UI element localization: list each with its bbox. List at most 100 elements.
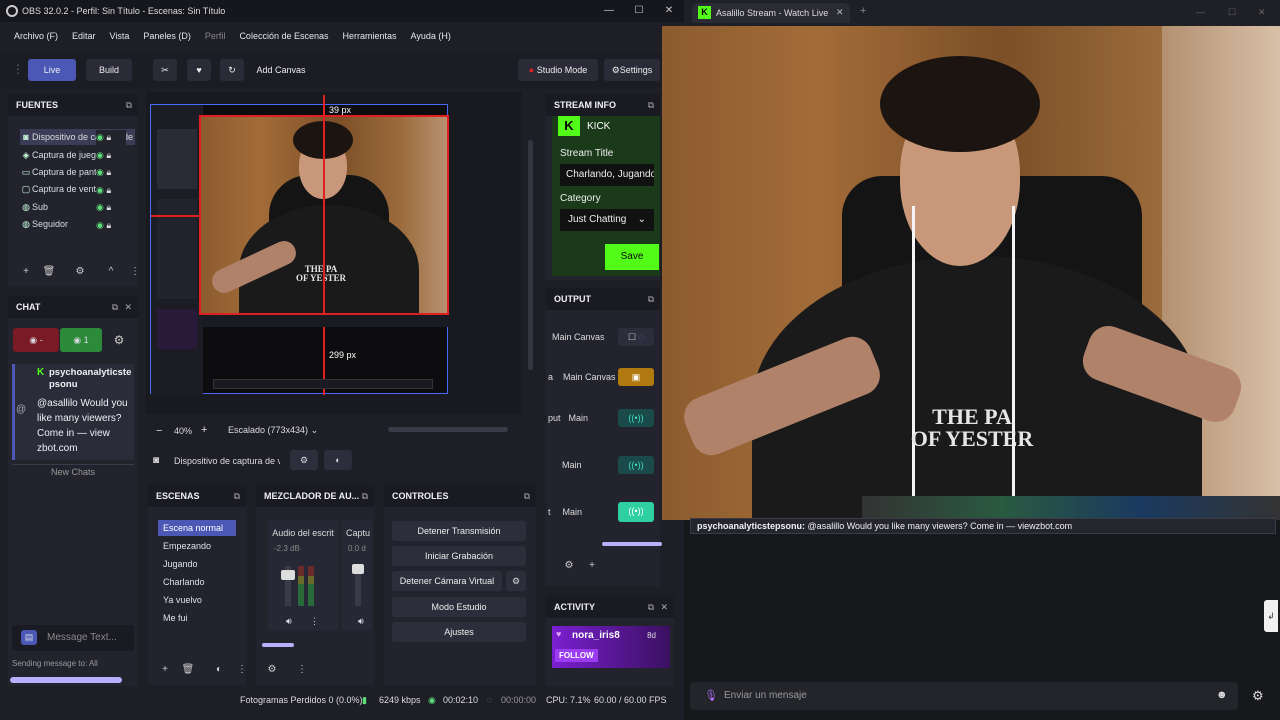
eye-icon[interactable]: ◉ <box>96 220 104 230</box>
lock-icon[interactable]: 🔒︎ <box>106 185 111 195</box>
menu-vista[interactable]: Vista <box>103 31 137 41</box>
stream-output-toggle[interactable]: ((•)) <box>618 502 654 522</box>
menu-perfil[interactable]: Perfil <box>198 31 233 41</box>
close-button[interactable]: ✕ <box>1258 7 1266 18</box>
menu-herramientas[interactable]: Herramientas <box>336 31 404 41</box>
canvas-preview[interactable]: THE PA OF YESTER 39 px 299 px <box>150 95 449 395</box>
maximize-button[interactable]: ☐ <box>624 0 654 22</box>
volume-slider-handle[interactable] <box>281 570 295 580</box>
stop-stream-button[interactable]: Detener Transmisión <box>392 521 526 541</box>
close-button[interactable]: ✕ <box>654 0 684 22</box>
dock-icon[interactable]: ⧉ <box>362 485 368 507</box>
eye-icon[interactable]: ◉ <box>96 202 104 212</box>
browser-tab[interactable]: K Asalillo Stream - Watch Live on K ✕ <box>692 3 850 23</box>
close-tab-icon[interactable]: ✕ <box>836 7 844 18</box>
gear-icon[interactable]: ⚙ <box>109 331 129 349</box>
stream-title-input[interactable]: Charlando, Jugando <box>560 164 654 186</box>
settings-control-button[interactable]: Ajustes <box>392 622 526 642</box>
maximize-button[interactable]: ☐ <box>1228 7 1236 18</box>
stream-video[interactable]: THE PA OF YESTER <box>662 26 1280 520</box>
close-icon[interactable]: ✕ <box>124 296 132 318</box>
eye-icon[interactable]: ◉ <box>96 185 104 195</box>
menu-editar[interactable]: Editar <box>65 31 103 41</box>
scene-item[interactable]: Ya vuelvo <box>158 592 236 608</box>
scale-dropdown[interactable]: Escalado (773x434) ⌄ <box>222 421 322 439</box>
virtual-cam-output-toggle[interactable]: ▣ <box>618 368 654 386</box>
dock-icon[interactable]: ⧉ <box>648 288 654 310</box>
minimize-button[interactable]: — <box>1196 7 1205 17</box>
save-button[interactable]: Save <box>605 244 659 270</box>
heart-icon[interactable]: ♥ <box>187 59 211 81</box>
stream-output-toggle[interactable]: ((•)) <box>618 456 654 474</box>
scene-item[interactable]: Me fui <box>158 610 236 626</box>
menu-coleccion-escenas[interactable]: Colección de Escenas <box>232 31 335 41</box>
chat-line[interactable]: psychoanalyticstepsonu: @asalillo Would … <box>690 518 1276 534</box>
visible-chat-toggle[interactable]: ◉ 1 <box>60 328 102 352</box>
stop-virtual-camera-button[interactable]: Detener Cámara Virtual <box>392 571 502 591</box>
category-select[interactable]: Just Chatting ⌄ <box>560 209 654 231</box>
add-canvas-button[interactable]: Add Canvas <box>252 59 310 81</box>
zoom-in-icon[interactable]: + <box>201 424 207 436</box>
activity-card[interactable]: ♥ nora_iris8 8d FOLLOW <box>552 626 670 668</box>
more-icon[interactable]: ⋮ <box>292 661 312 679</box>
dock-icon[interactable]: ⧉ <box>126 94 132 116</box>
studio-mode-button[interactable]: ● Studio Mode <box>518 59 598 81</box>
studio-mode-control-button[interactable]: Modo Estudio <box>392 597 526 617</box>
gear-icon[interactable]: ⚙ <box>70 263 90 281</box>
more-icon[interactable]: ⋮ <box>232 661 252 679</box>
lock-icon[interactable]: 🔒︎ <box>106 132 111 142</box>
minimize-button[interactable]: — <box>594 0 624 22</box>
scene-item[interactable]: Charlando <box>158 574 236 590</box>
dock-icon[interactable]: ⧉ <box>112 296 118 318</box>
filter-icon[interactable]: ◐ <box>209 661 229 679</box>
output-toggle[interactable]: ☐ ◌ <box>618 328 654 346</box>
dock-icon[interactable]: ⧉ <box>524 485 530 507</box>
chat-message[interactable]: @ K psychoanalyticstepsonu @asallilo Wou… <box>12 364 134 460</box>
more-icon[interactable]: ⋮ <box>310 616 319 627</box>
speaker-icon[interactable]: 🔊︎ <box>286 616 292 627</box>
refresh-icon[interactable]: ↻ <box>220 59 244 81</box>
add-output-icon[interactable]: + <box>582 557 602 575</box>
new-tab-icon[interactable]: + <box>860 5 866 17</box>
lock-icon[interactable]: 🔒︎ <box>106 167 111 177</box>
dock-icon[interactable]: ⧉ <box>648 94 654 116</box>
trash-icon[interactable]: 🗑︎ <box>178 661 198 679</box>
close-icon[interactable]: ✕ <box>660 596 668 618</box>
tools-icon[interactable]: ✂ <box>153 59 177 81</box>
menu-ayuda[interactable]: Ayuda (H) <box>404 31 458 41</box>
virtual-camera-settings-button[interactable]: ⚙ <box>506 571 526 591</box>
gear-icon[interactable]: ⚙ <box>559 557 579 575</box>
gear-icon[interactable]: ⚙ <box>262 661 282 679</box>
scene-item[interactable]: Empezando <box>158 538 236 554</box>
eye-icon[interactable]: ◉ <box>96 132 104 142</box>
add-source-icon[interactable]: + <box>16 263 36 281</box>
preview-scrollbar[interactable] <box>528 140 533 370</box>
speaker-icon[interactable]: 🔊︎ <box>358 616 364 627</box>
dock-icon[interactable]: ⧉ <box>234 485 240 507</box>
source-settings-button[interactable]: ⚙ <box>290 450 318 470</box>
more-icon[interactable]: ⋮ <box>125 263 145 281</box>
trash-icon[interactable]: 🗑︎ <box>39 263 59 281</box>
zoom-out-icon[interactable]: − <box>156 425 162 437</box>
mixer-scrollbar[interactable] <box>262 643 294 647</box>
stream-output-toggle[interactable]: ((•)) <box>618 409 654 427</box>
chat-message-input[interactable]: 🎙︎ Enviar un mensaje ☻ <box>690 682 1238 710</box>
scene-item[interactable]: Jugando <box>158 556 236 572</box>
start-recording-button[interactable]: Iniciar Grabación <box>392 546 526 566</box>
chat-settings-gear-icon[interactable]: ⚙ <box>1252 688 1264 704</box>
preview-hscrollbar[interactable] <box>388 427 508 432</box>
chat-input[interactable]: ▤ Message Text... <box>12 625 134 651</box>
volume-slider-handle[interactable] <box>352 564 364 574</box>
source-filters-button[interactable]: ◐ <box>324 450 352 470</box>
settings-button[interactable]: ⚙Settings <box>604 59 660 81</box>
menu-archivo[interactable]: Archivo (F) <box>0 31 65 41</box>
scene-item[interactable]: Escena normal <box>158 520 236 536</box>
chat-scrollbar[interactable] <box>10 677 122 683</box>
lock-icon[interactable]: 🔒︎ <box>106 220 111 230</box>
side-panel-toggle-icon[interactable]: ↲ <box>1264 600 1278 632</box>
eye-icon[interactable]: ◉ <box>96 167 104 177</box>
lock-icon[interactable]: 🔒︎ <box>106 202 111 212</box>
hidden-chat-toggle[interactable]: ◉ - <box>13 328 59 352</box>
menu-paneles[interactable]: Paneles (D) <box>136 31 198 41</box>
emoji-icon[interactable]: ☻ <box>1216 689 1228 701</box>
